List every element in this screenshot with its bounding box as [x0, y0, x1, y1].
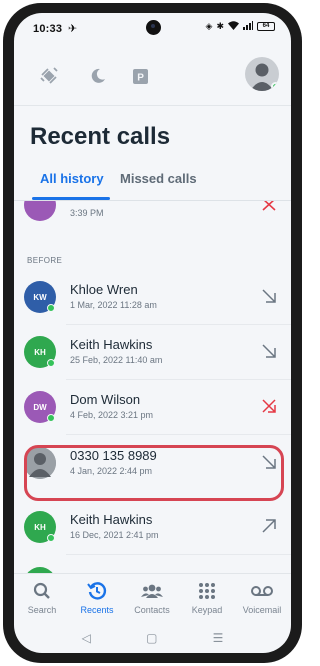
nav-recents[interactable]: Recents [69, 580, 125, 615]
avatar-initials: KH [34, 522, 46, 532]
call-datetime: 25 Feb, 2022 11:40 am [70, 355, 163, 365]
recents-icon [69, 580, 125, 602]
call-datetime: 1 Mar, 2022 11:28 am [70, 300, 157, 310]
avatar: DW [24, 391, 56, 423]
page-title: Recent calls [30, 123, 171, 150]
contact-name: Keith Hawkins [70, 512, 153, 527]
avatar-initials: KW [33, 292, 47, 302]
contacts-icon [124, 580, 180, 602]
status-icons: ◈ ✱ 64 [206, 21, 275, 32]
nav-contacts[interactable]: Contacts [124, 580, 180, 615]
front-camera [146, 20, 161, 35]
contact-name: Dom Wilson [70, 392, 141, 407]
arrow-down-right-icon [260, 342, 278, 360]
vibrate-icon: ◈ [205, 21, 213, 31]
battery-icon: 64 [257, 22, 275, 31]
online-status-dot [271, 82, 279, 91]
call-row-partial[interactable] [14, 557, 291, 573]
presence-dot [47, 359, 55, 367]
avatar: KW [24, 281, 56, 313]
profile-avatar[interactable] [245, 57, 279, 91]
missed-call-icon [260, 397, 278, 415]
phone-frame: 10:33 ✈ ◈ ✱ 64 P Recent calls All histor… [3, 3, 302, 663]
divider [66, 554, 291, 555]
tab-bar: All history Missed calls [14, 171, 291, 200]
bottom-navigation: Search Recents Contacts Keypad Voicemail [14, 573, 291, 623]
search-icon [14, 580, 70, 602]
moon-icon[interactable] [87, 65, 109, 87]
wifi-icon [228, 21, 239, 32]
section-label: BEFORE [27, 256, 63, 265]
nav-search[interactable]: Search [14, 580, 70, 615]
call-time: 3:39 PM [70, 208, 104, 218]
nfc-icon: ✈ [68, 23, 78, 35]
avatar: KH [24, 336, 56, 368]
screen: 10:33 ✈ ◈ ✱ 64 P Recent calls All histor… [14, 13, 291, 653]
nav-label: Keypad [191, 605, 223, 615]
call-datetime: 16 Dec, 2021 2:41 pm [70, 530, 159, 540]
arrow-up-right-icon [260, 517, 278, 535]
presence-dot [47, 304, 55, 312]
voicemail-icon [234, 580, 290, 602]
nav-keypad[interactable]: Keypad [179, 580, 235, 615]
svg-text:P: P [137, 72, 144, 83]
status-time: 10:33 [33, 23, 63, 35]
divider [14, 105, 291, 106]
call-row[interactable]: KH Keith Hawkins 16 Dec, 2021 2:41 pm [14, 501, 291, 555]
nav-label: Recents [80, 605, 114, 615]
divider [66, 379, 291, 380]
call-row-partial[interactable]: 3:39 PM [14, 201, 291, 233]
avatar [24, 201, 56, 221]
avatar: KH [24, 511, 56, 543]
missed-call-icon [260, 201, 278, 213]
bluetooth-icon: ✱ [216, 21, 224, 31]
recent-apps-icon[interactable]: ☰ [213, 631, 224, 645]
nav-label: Search [27, 605, 57, 615]
call-list[interactable]: 3:39 PM BEFORE KW Khloe Wren 1 Mar, 2022… [14, 201, 291, 573]
arrow-down-right-icon [260, 287, 278, 305]
presence-dot [47, 414, 55, 422]
call-datetime: 4 Feb, 2022 3:21 pm [70, 410, 154, 420]
satellite-icon[interactable] [38, 65, 60, 87]
call-row[interactable]: DW Dom Wilson 4 Feb, 2022 3:21 pm [14, 381, 291, 435]
divider [66, 434, 291, 435]
contact-name: Khloe Wren [70, 282, 138, 297]
signal-icon [243, 21, 253, 32]
avatar-initials: DW [33, 402, 47, 412]
system-navigation: ◁ ▢ ☰ [14, 623, 291, 653]
call-row[interactable]: KH Keith Hawkins 25 Feb, 2022 11:40 am [14, 326, 291, 380]
nav-label: Contacts [134, 605, 170, 615]
keypad-icon [179, 580, 235, 602]
presence-dot [47, 534, 55, 542]
back-icon[interactable]: ◁ [82, 631, 91, 645]
divider [66, 324, 291, 325]
tab-missed-calls[interactable]: Missed calls [120, 171, 197, 186]
tab-all-history[interactable]: All history [40, 171, 104, 186]
parking-icon[interactable]: P [129, 65, 151, 87]
avatar-initials: KH [34, 347, 46, 357]
call-row[interactable]: KW Khloe Wren 1 Mar, 2022 11:28 am [14, 271, 291, 325]
home-icon[interactable]: ▢ [146, 631, 157, 645]
status-bar: 10:33 ✈ ◈ ✱ 64 [14, 13, 291, 43]
nav-label: Voicemail [242, 605, 282, 615]
top-toolbar: P [14, 51, 291, 101]
highlight-outline [24, 445, 284, 501]
nav-voicemail[interactable]: Voicemail [234, 580, 290, 615]
contact-name: Keith Hawkins [70, 337, 153, 352]
